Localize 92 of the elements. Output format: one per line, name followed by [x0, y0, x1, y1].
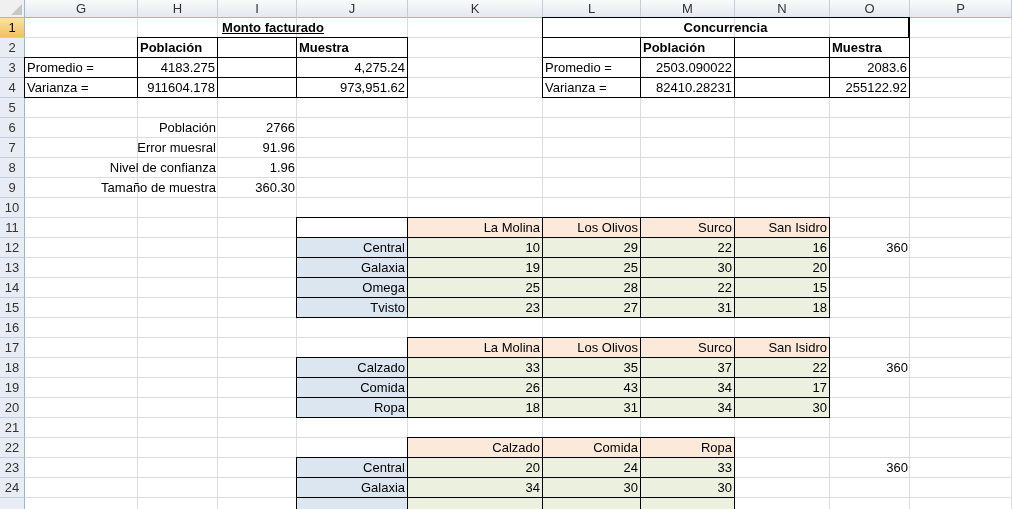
table-cell[interactable]: 2766 — [218, 118, 297, 138]
row-number[interactable]: 5 — [0, 98, 25, 118]
table-cell[interactable]: Ropa — [296, 397, 408, 418]
table-cell[interactable]: 33 — [640, 457, 735, 478]
column-header[interactable]: P — [910, 0, 1012, 18]
table-cell[interactable]: 26 — [407, 377, 543, 398]
table-cell[interactable]: 20 — [734, 257, 830, 278]
row-number[interactable]: 7 — [0, 138, 25, 158]
table-cell[interactable]: Tvisto — [296, 297, 408, 318]
table-cell[interactable]: San Isidro — [734, 337, 830, 358]
table-cell[interactable]: Galaxia — [296, 257, 408, 278]
row-number[interactable]: 8 — [0, 158, 25, 178]
table-cell[interactable]: Población — [137, 37, 218, 58]
table-cell[interactable]: 23 — [407, 297, 543, 318]
table-cell[interactable]: Promedio = — [24, 57, 138, 78]
column-header[interactable]: K — [408, 0, 543, 18]
row-number[interactable]: 1 — [0, 18, 25, 38]
row-number[interactable]: 4 — [0, 78, 25, 98]
column-header[interactable]: J — [297, 0, 408, 18]
table-cell[interactable]: 360 — [830, 458, 910, 478]
row-number[interactable]: 12 — [0, 238, 25, 258]
row-number[interactable]: 2 — [0, 38, 25, 58]
row-number[interactable]: 16 — [0, 318, 25, 338]
table-cell[interactable]: 255122.92 — [829, 77, 910, 98]
table-cell[interactable]: Omega — [296, 277, 408, 298]
table-cell[interactable]: 31 — [640, 297, 735, 318]
table-cell[interactable]: 973,951.62 — [296, 77, 408, 98]
row-number[interactable]: 17 — [0, 338, 25, 358]
table-cell[interactable]: Calzado — [296, 357, 408, 378]
table-cell[interactable]: La Molina — [407, 217, 543, 238]
row-number[interactable]: 15 — [0, 298, 25, 318]
table-cell[interactable]: Muestra — [829, 37, 910, 58]
table-cell[interactable]: Varianza = — [24, 77, 138, 98]
row-number[interactable]: 22 — [0, 438, 25, 458]
table-cell[interactable]: 30 — [734, 397, 830, 418]
table-cell[interactable]: 91.96 — [218, 138, 297, 158]
column-header[interactable]: L — [543, 0, 641, 18]
table-cell[interactable]: 360 — [830, 358, 910, 378]
table-cell[interactable]: La Molina — [407, 337, 543, 358]
row-number[interactable]: 23 — [0, 458, 25, 478]
row-number[interactable]: 20 — [0, 398, 25, 418]
row-number[interactable]: 10 — [0, 198, 25, 218]
table-cell[interactable]: Galaxia — [296, 477, 408, 498]
table-cell[interactable]: 19 — [407, 257, 543, 278]
column-header[interactable]: I — [218, 0, 297, 18]
column-header[interactable]: M — [641, 0, 735, 18]
column-header[interactable]: O — [830, 0, 910, 18]
row-number[interactable]: 9 — [0, 178, 25, 198]
table-cell[interactable]: Concurrencia — [542, 17, 910, 38]
table-cell[interactable]: 20 — [407, 457, 543, 478]
table-cell[interactable]: 31 — [542, 397, 641, 418]
table-cell[interactable]: 34 — [407, 477, 543, 498]
table-cell[interactable]: 27 — [542, 297, 641, 318]
table-cell[interactable]: 10 — [407, 237, 543, 258]
table-cell[interactable]: 30 — [640, 477, 735, 498]
table-cell[interactable]: Nivel de confianza — [25, 158, 218, 178]
column-header[interactable]: H — [138, 0, 218, 18]
row-number[interactable]: 14 — [0, 278, 25, 298]
table-cell[interactable]: 15 — [734, 277, 830, 298]
row-number[interactable]: 24 — [0, 478, 25, 498]
table-cell[interactable]: Varianza = — [542, 77, 641, 98]
row-number[interactable]: 21 — [0, 418, 25, 438]
table-cell[interactable]: 17 — [734, 377, 830, 398]
row-number[interactable]: 19 — [0, 378, 25, 398]
table-cell[interactable]: 25 — [407, 277, 543, 298]
table-cell[interactable]: 16 — [734, 237, 830, 258]
table-cell[interactable]: Muestra — [296, 37, 408, 58]
table-cell[interactable]: 18 — [407, 397, 543, 418]
table-cell[interactable]: Monto facturado — [138, 18, 408, 38]
table-cell[interactable]: San Isidro — [734, 217, 830, 238]
table-cell[interactable]: Central — [296, 457, 408, 478]
table-cell[interactable]: 18 — [734, 297, 830, 318]
table-cell[interactable]: 360 — [830, 238, 910, 258]
table-cell[interactable]: Error muesral — [25, 138, 218, 158]
column-header[interactable]: G — [25, 0, 138, 18]
table-cell[interactable]: Tamaño de muestra — [25, 178, 218, 198]
table-cell[interactable]: Central — [296, 237, 408, 258]
table-cell[interactable]: Comida — [296, 377, 408, 398]
table-cell[interactable]: 33 — [407, 357, 543, 378]
row-number[interactable]: 18 — [0, 358, 25, 378]
row-number[interactable]: 11 — [0, 218, 25, 238]
row-number[interactable]: 13 — [0, 258, 25, 278]
row-number[interactable]: 6 — [0, 118, 25, 138]
row-number[interactable]: 3 — [0, 58, 25, 78]
table-cell[interactable]: 1.96 — [218, 158, 297, 178]
table-cell[interactable]: 34 — [640, 397, 735, 418]
table-cell[interactable]: 360.30 — [218, 178, 297, 198]
table-cell[interactable]: Ropa — [640, 437, 735, 458]
table-cell[interactable]: 22 — [734, 357, 830, 378]
table-cell[interactable]: Población — [25, 118, 218, 138]
table-cell[interactable]: Calzado — [407, 437, 543, 458]
column-header[interactable]: N — [735, 0, 830, 18]
